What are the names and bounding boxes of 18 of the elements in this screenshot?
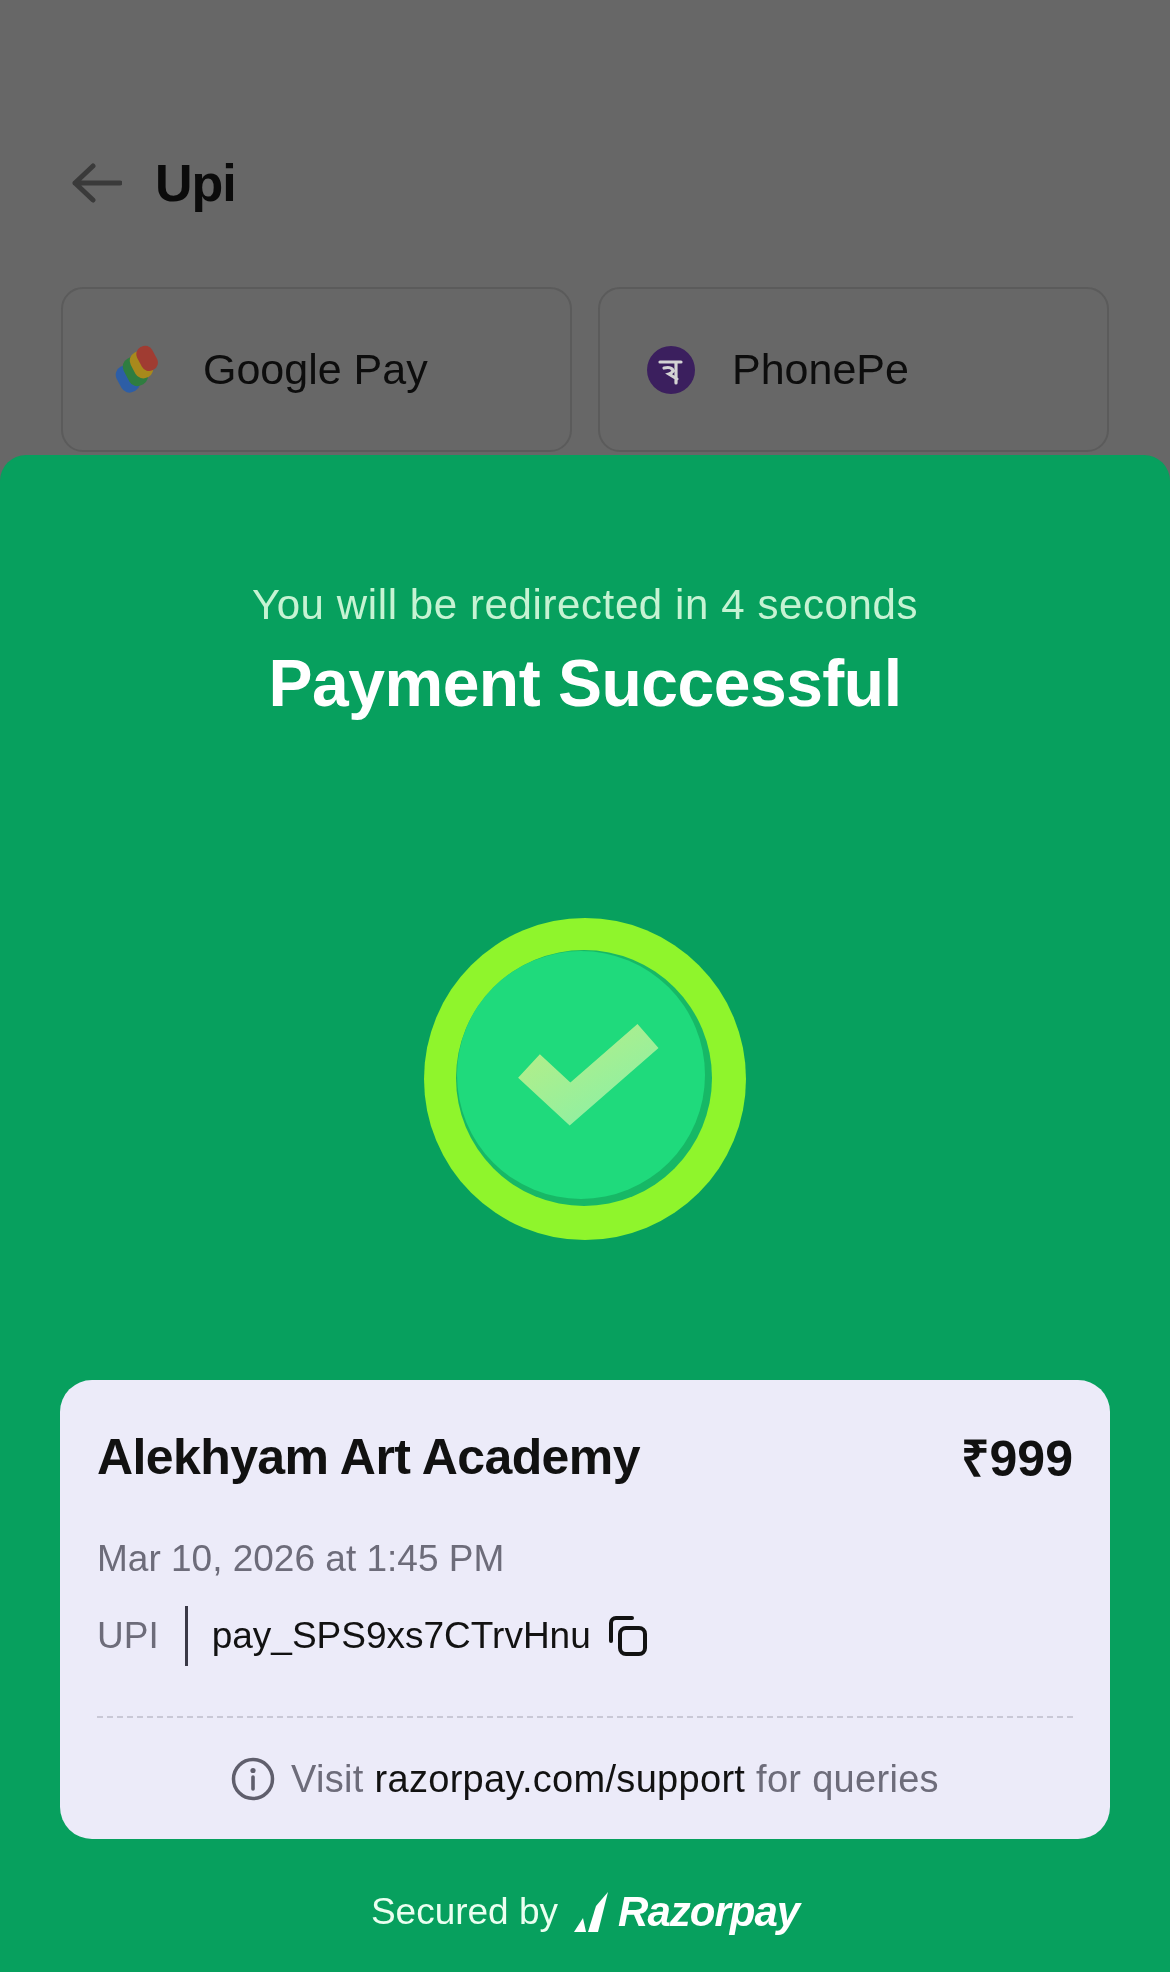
secured-by-text: Secured by	[370, 1891, 559, 1933]
support-link[interactable]: razorpay.com/support	[374, 1757, 746, 1800]
check-circle-icon	[424, 918, 746, 1240]
payment-id: pay_SPS9xs7CTrvHnu	[211, 1615, 591, 1657]
payment-amount: ₹999	[960, 1430, 1073, 1489]
payment-date: Mar 10, 2026 at 1:45 PM	[97, 1537, 506, 1581]
circle-logo-icon	[647, 345, 695, 394]
merchant-name: Alekhyam Art Academy	[97, 1428, 640, 1486]
payment-app-button[interactable]: Google Pay	[61, 287, 572, 452]
page-title: Upi	[155, 152, 236, 213]
payment-app-button[interactable]: PhonePe	[598, 287, 1109, 452]
support-message: Visit razorpay.com/support for queries	[291, 1757, 939, 1801]
redirect-message: You will be redirected in 4 seconds	[251, 580, 919, 630]
success-title: Payment Successful	[268, 645, 902, 722]
logo-icon	[574, 1892, 609, 1932]
info-icon	[231, 1757, 276, 1801]
brand-name: Razorpay	[618, 1888, 800, 1936]
payment-method: UPI	[97, 1615, 159, 1657]
